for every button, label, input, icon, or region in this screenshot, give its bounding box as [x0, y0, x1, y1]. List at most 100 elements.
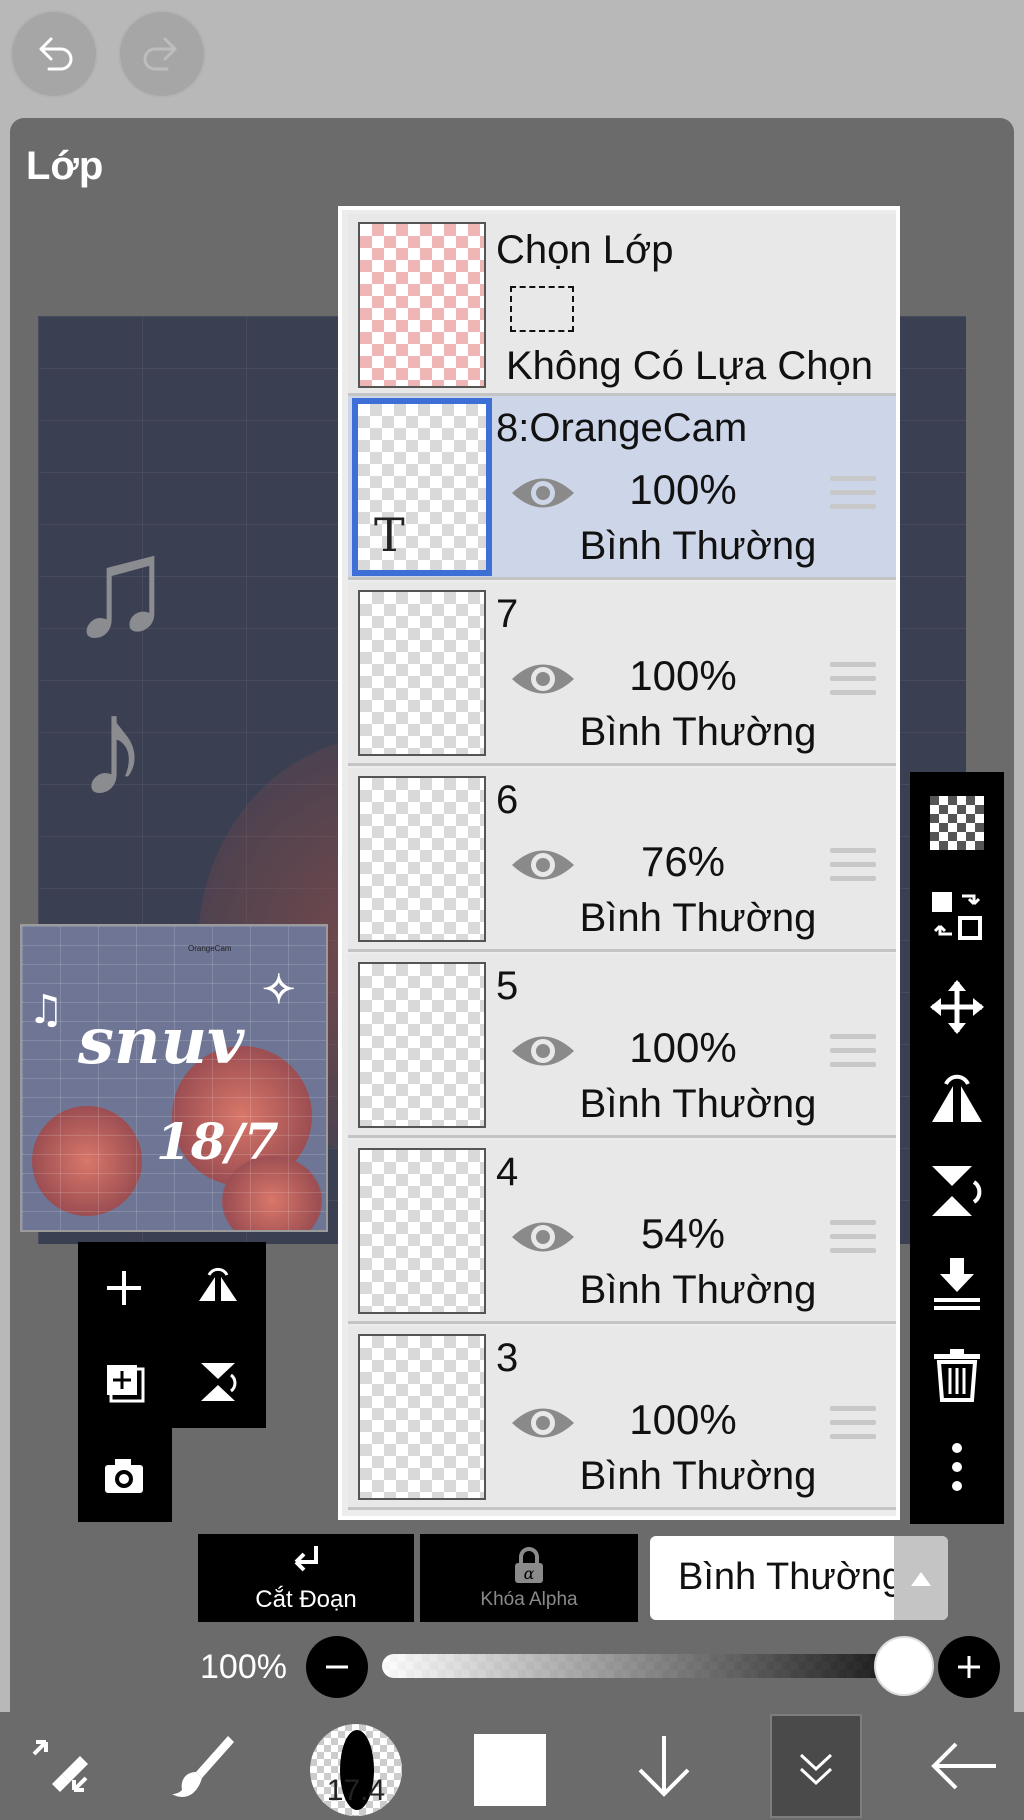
layer-blend-mode: Bình Thường: [579, 710, 817, 754]
lock-icon: α: [515, 1547, 543, 1583]
layer-thumbnail: [358, 776, 486, 942]
arrow-down-icon: [638, 1736, 690, 1797]
minus-icon: [326, 1665, 348, 1669]
flip-vertical-icon: [932, 1166, 982, 1216]
drag-handle-icon[interactable]: [830, 848, 876, 884]
eye-icon[interactable]: [508, 1214, 578, 1260]
more-icon: [952, 1443, 962, 1491]
alpha-lock-label: Khóa Alpha: [480, 1589, 578, 1610]
brush-size-indicator[interactable]: 17.4: [310, 1724, 402, 1816]
opacity-slider[interactable]: [382, 1654, 930, 1678]
layer-thumbnail: [358, 962, 486, 1128]
swap-button[interactable]: [920, 878, 994, 952]
drag-handle-icon[interactable]: [830, 1406, 876, 1442]
opacity-slider-knob[interactable]: [874, 1636, 934, 1696]
layer-name: 3: [496, 1336, 519, 1380]
layer-down-button[interactable]: [604, 1712, 724, 1820]
flip-vertical-button-right[interactable]: [920, 1154, 994, 1228]
opacity-label: 100%: [200, 1648, 287, 1686]
layer-thumbnail: [358, 590, 486, 756]
canvas-preview[interactable]: OrangeCam snuv 18/7 ♫ ✧: [20, 924, 328, 1232]
drag-handle-icon[interactable]: [830, 476, 876, 512]
blend-mode-value: Bình Thường: [678, 1556, 904, 1598]
preview-title: snuv: [78, 1004, 245, 1079]
drag-handle-icon[interactable]: [830, 1220, 876, 1256]
eye-icon[interactable]: [508, 470, 578, 516]
layer-row-7[interactable]: 7 100% Bình Thường: [348, 582, 896, 766]
layer-tools-right: [910, 772, 1004, 1524]
blend-mode-select[interactable]: Bình Thường: [650, 1536, 948, 1620]
layer-blend-mode: Bình Thường: [579, 1268, 817, 1312]
redo-button[interactable]: [118, 10, 206, 98]
move-button[interactable]: [920, 970, 994, 1044]
drag-handle-icon[interactable]: [830, 662, 876, 698]
opacity-decrease-button[interactable]: [306, 1636, 368, 1698]
delete-button[interactable]: [920, 1338, 994, 1412]
duplicate-layer-button[interactable]: [84, 1342, 164, 1422]
layer-opacity: 54%: [640, 1210, 726, 1257]
undo-button[interactable]: [10, 10, 98, 98]
transparency-button[interactable]: [920, 786, 994, 860]
layer-panel-toggle[interactable]: [770, 1714, 862, 1818]
svg-text:α: α: [524, 1564, 535, 1583]
layer-opacity: 76%: [640, 838, 726, 885]
back-arrow-icon: [931, 1742, 996, 1790]
music-note-icon: ♫: [68, 508, 173, 665]
layer-name: 4: [496, 1150, 519, 1194]
brush-button[interactable]: [144, 1712, 264, 1820]
eye-icon[interactable]: [508, 1028, 578, 1074]
selection-title: Chọn Lớp: [496, 228, 674, 272]
layer-list[interactable]: Chọn Lớp Không Có Lựa Chọn T 8:OrangeCam…: [338, 206, 900, 1520]
flip-horizontal-button[interactable]: [178, 1248, 258, 1328]
duplicate-layer-icon: [107, 1365, 145, 1403]
drag-handle-icon[interactable]: [830, 1034, 876, 1070]
layer-row-8[interactable]: T 8:OrangeCam 100% Bình Thường: [348, 396, 896, 580]
triangle-up-icon[interactable]: [894, 1536, 948, 1620]
music-note-icon: ♪: [78, 668, 148, 825]
layer-name: 8:OrangeCam: [496, 406, 748, 450]
preview-small-text: OrangeCam: [188, 944, 232, 953]
swap-icon: [932, 892, 982, 940]
eye-icon[interactable]: [508, 842, 578, 888]
back-button[interactable]: [904, 1712, 1024, 1820]
color-swatch[interactable]: [474, 1734, 546, 1806]
layer-row-6[interactable]: 6 76% Bình Thường: [348, 768, 896, 952]
add-layer-button[interactable]: [84, 1248, 164, 1328]
flip-horizontal-icon: [199, 1267, 237, 1301]
eye-icon[interactable]: [508, 1400, 578, 1446]
layer-row-4[interactable]: 4 54% Bình Thường: [348, 1140, 896, 1324]
camera-button[interactable]: [84, 1436, 164, 1516]
clip-button[interactable]: Cắt Đoạn: [198, 1534, 414, 1622]
opacity-increase-button[interactable]: [938, 1636, 1000, 1698]
selection-layer[interactable]: Chọn Lớp Không Có Lựa Chọn: [348, 214, 896, 396]
flip-horizontal-button-right[interactable]: [920, 1062, 994, 1136]
alpha-lock-button[interactable]: α Khóa Alpha: [420, 1534, 638, 1622]
layer-row-3[interactable]: 3 100% Bình Thường: [348, 1326, 896, 1510]
layer-name: 7: [496, 592, 519, 636]
brush-size-value: 17.4: [326, 1774, 386, 1807]
clip-label: Cắt Đoạn: [255, 1586, 357, 1613]
selection-thumbnail: [358, 222, 486, 388]
music-note-icon: ♫: [28, 986, 64, 1033]
bottom-toolbar: 17.4: [0, 1712, 1024, 1820]
layer-name: 6: [496, 778, 519, 822]
layer-blend-mode: Bình Thường: [579, 1454, 817, 1498]
flip-horizontal-icon: [932, 1074, 982, 1122]
flip-vertical-button[interactable]: [178, 1342, 258, 1422]
transform-tool-button[interactable]: [0, 1712, 120, 1820]
preview-date: 18/7: [156, 1112, 279, 1171]
undo-icon: [39, 37, 73, 71]
layer-row-5[interactable]: 5 100% Bình Thường: [348, 954, 896, 1138]
merge-down-icon: [934, 1258, 980, 1310]
merge-down-button[interactable]: [920, 1246, 994, 1320]
brush-icon: [172, 1736, 234, 1797]
layer-thumbnail: [358, 1148, 486, 1314]
more-button[interactable]: [920, 1430, 994, 1504]
add-layer-icon: [107, 1271, 141, 1305]
layer-opacity: 100%: [629, 466, 737, 513]
move-icon: [930, 980, 984, 1034]
eye-icon[interactable]: [508, 656, 578, 702]
selection-marquee-icon: [510, 286, 574, 332]
layer-thumbnail: T: [352, 398, 492, 576]
layer-opacity: 100%: [629, 1024, 737, 1071]
